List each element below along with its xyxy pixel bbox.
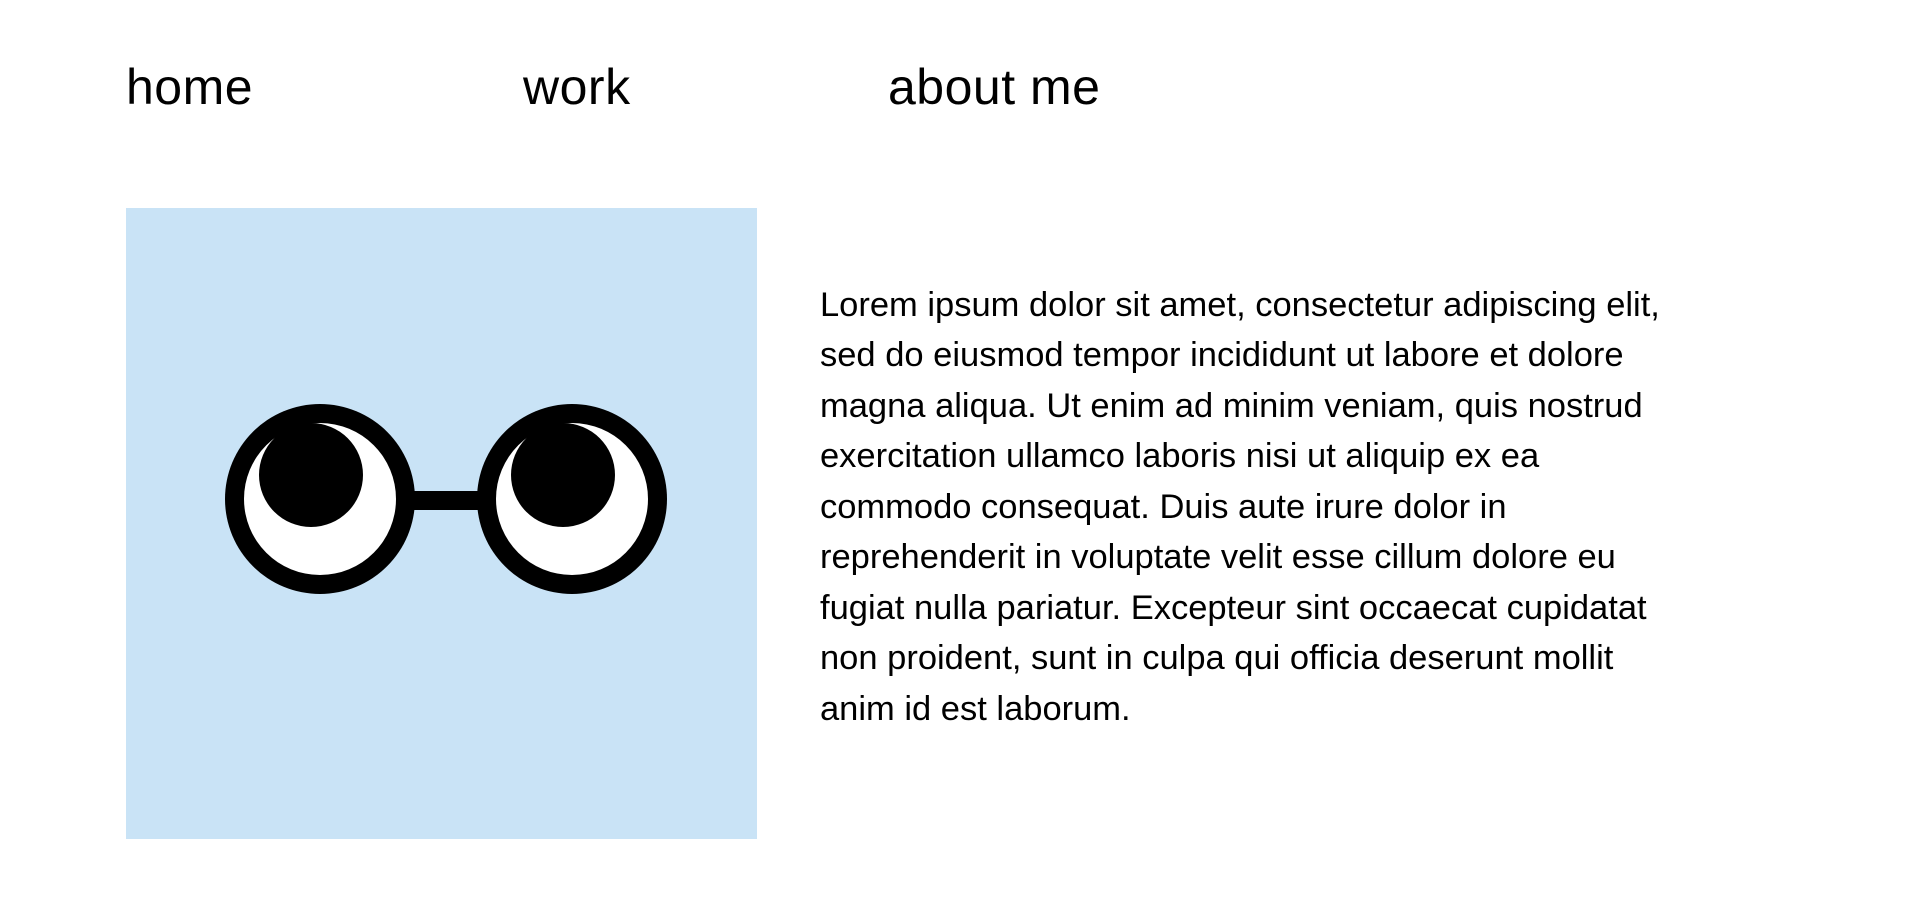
glasses-eyes-icon xyxy=(225,404,667,594)
nav-link-about-me[interactable]: about me xyxy=(888,52,1100,122)
bio-paragraph: Lorem ipsum dolor sit amet, consectetur … xyxy=(820,285,1660,728)
nav-link-work[interactable]: work xyxy=(523,52,631,122)
hero-illustration xyxy=(126,208,757,839)
nav-link-home[interactable]: home xyxy=(126,52,253,122)
